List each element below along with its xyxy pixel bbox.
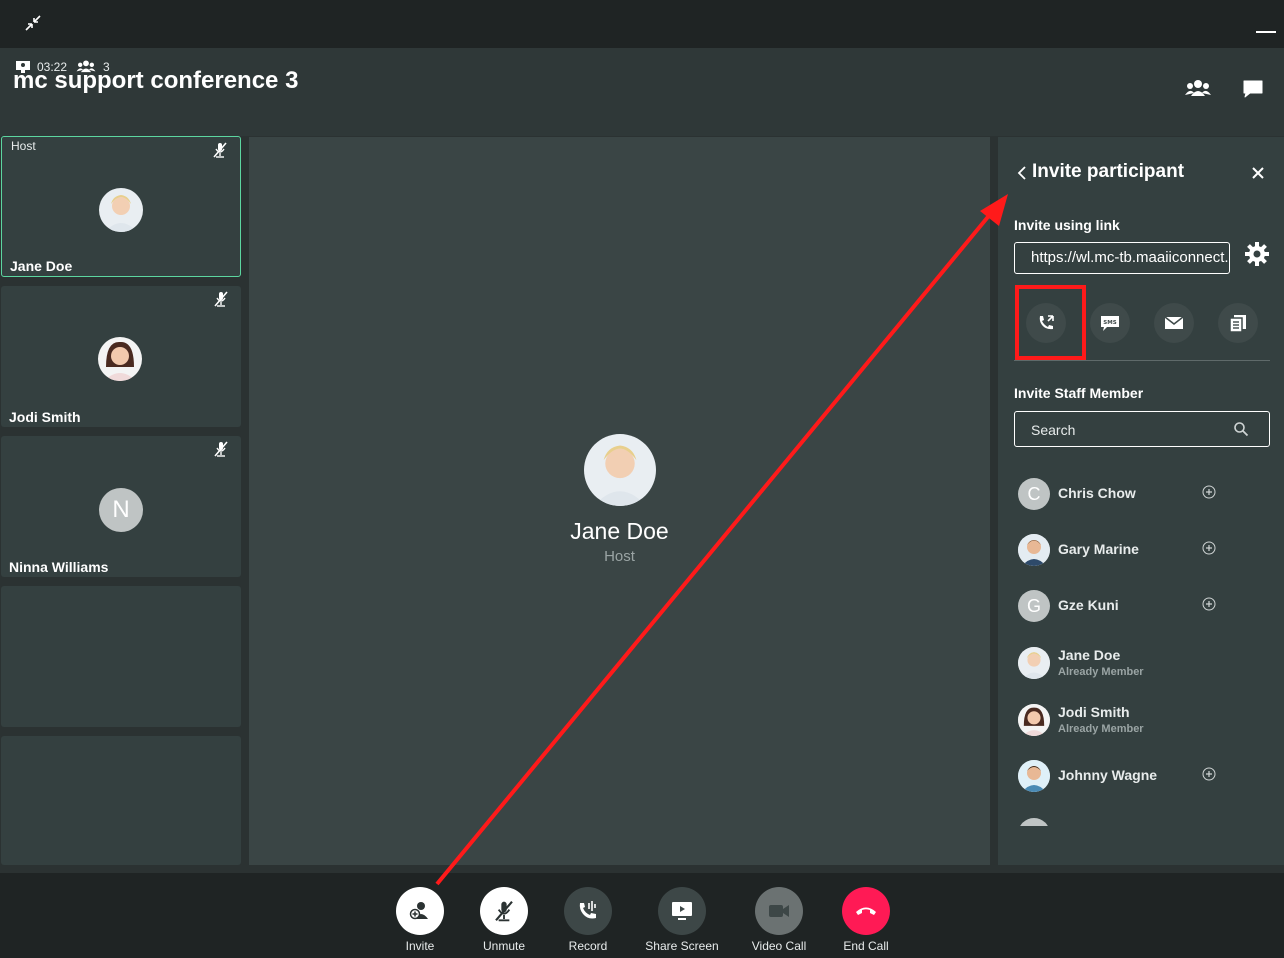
participants-icon [1185,80,1211,96]
copy-icon [1229,315,1246,333]
participant-name: Jane Doe [10,258,73,274]
invite-link-label: Invite using link [1014,217,1120,233]
mic-off-icon [214,441,228,457]
staff-name: Gze Kuni [1058,597,1119,613]
avatar [98,337,142,381]
panel-title: Invite participant [1032,161,1185,182]
copy-link-button[interactable] [1218,303,1258,343]
avatar [1018,647,1050,679]
search-input[interactable]: Search [1014,411,1270,447]
staff-name: Chris Chow [1058,485,1136,501]
sms-icon: SMS [1101,316,1119,331]
invite-panel: Invite participant Invite using link htt… [998,137,1284,865]
staff-item: Jodi Smith Already Member [1018,702,1268,738]
avatar [99,188,143,232]
staff-status: Already Member [1058,723,1144,735]
record-label: Record [568,939,608,953]
search-placeholder: Search [1031,422,1076,438]
divider [1014,360,1270,361]
end-call-icon [856,907,876,915]
email-icon [1164,316,1184,329]
avatar: C [1018,478,1050,510]
avatar: N [99,488,143,532]
close-icon[interactable] [1251,166,1265,180]
presenter-icon [16,61,30,73]
unmute-label: Unmute [482,939,526,953]
staff-item[interactable]: Johnny Wagne [1018,758,1268,794]
invite-button[interactable]: Invite [380,887,460,953]
add-icon[interactable] [1202,485,1216,499]
participant-tile[interactable]: Jodi Smith [1,286,241,427]
staff-item[interactable] [1018,814,1268,826]
unmute-button[interactable]: Unmute [464,887,544,953]
avatar [1018,704,1050,736]
participant-name: Ninna Williams [9,559,109,575]
mic-off-icon [214,291,228,307]
staff-item[interactable]: G Gze Kuni [1018,588,1268,624]
conference-meta: 03:22 3 [15,59,110,75]
call-duration: 03:22 [37,60,68,74]
avatar [1018,534,1050,566]
end-call-button[interactable]: End Call [826,887,906,953]
mic-off-icon [213,142,227,158]
invite-icon [409,902,428,920]
staff-status: Already Member [1058,666,1144,678]
participant-tile[interactable]: N Ninna Williams [1,436,241,577]
avatar [1018,818,1050,826]
back-icon[interactable] [1016,165,1028,181]
minimize-icon[interactable] [1256,14,1276,34]
host-tag: Host [11,139,36,153]
add-icon[interactable] [1202,597,1216,611]
staff-item[interactable]: Gary Marine [1018,532,1268,568]
participants-button[interactable] [1184,78,1212,102]
email-invite-button[interactable] [1154,303,1194,343]
add-icon[interactable] [1202,541,1216,555]
chat-button[interactable] [1242,78,1270,102]
share-screen-button[interactable]: Share Screen [642,887,722,953]
share-screen-icon [672,902,692,920]
record-icon [579,901,596,919]
staff-name: Jodi Smith [1058,704,1130,720]
staff-name: Johnny Wagne [1058,767,1158,783]
staff-label: Invite Staff Member [1014,385,1144,401]
end-call-label: End Call [843,939,889,953]
speaker-role: Host [604,548,635,565]
avatar: G [1018,590,1050,622]
call-controls: Invite Unmute Record Share Screen Video … [0,873,1284,958]
video-call-button[interactable]: Video Call [739,887,819,953]
sms-invite-button[interactable]: SMS [1090,303,1130,343]
avatar [1018,760,1050,792]
speaker-name: Jane Doe [570,518,669,544]
empty-tile [1,586,241,727]
conference-header: mc support conference 3 [0,48,1284,136]
participant-tile[interactable]: Host Jane Doe [1,136,241,277]
participant-name: Jodi Smith [9,409,81,425]
empty-tile [1,736,241,865]
search-icon [1234,422,1249,437]
staff-name: Jane Doe [1058,647,1121,663]
chat-icon [1243,80,1263,98]
share-screen-label: Share Screen [645,939,719,953]
window-bar [0,0,1284,48]
participants-icon [76,60,96,73]
invite-link-field[interactable]: https://wl.mc-tb.maaiiconnect.com/j/abc [1014,242,1230,274]
main-stage: Jane Doe Host [249,137,990,865]
staff-item[interactable]: C Chris Chow [1018,476,1268,512]
participants-count: 3 [103,60,110,74]
svg-text:SMS: SMS [1103,320,1116,326]
highlight-box [1015,285,1086,360]
invite-label: Invite [405,939,435,953]
gear-icon[interactable] [1244,241,1270,267]
staff-name: Gary Marine [1058,541,1139,557]
avatar [584,434,656,506]
collapse-arrows-icon[interactable] [22,12,44,34]
video-icon [769,905,789,917]
video-call-label: Video Call [751,939,807,953]
mic-off-icon [495,900,513,922]
staff-item: Jane Doe Already Member [1018,645,1268,681]
record-button[interactable]: Record [548,887,628,953]
add-icon[interactable] [1202,767,1216,781]
